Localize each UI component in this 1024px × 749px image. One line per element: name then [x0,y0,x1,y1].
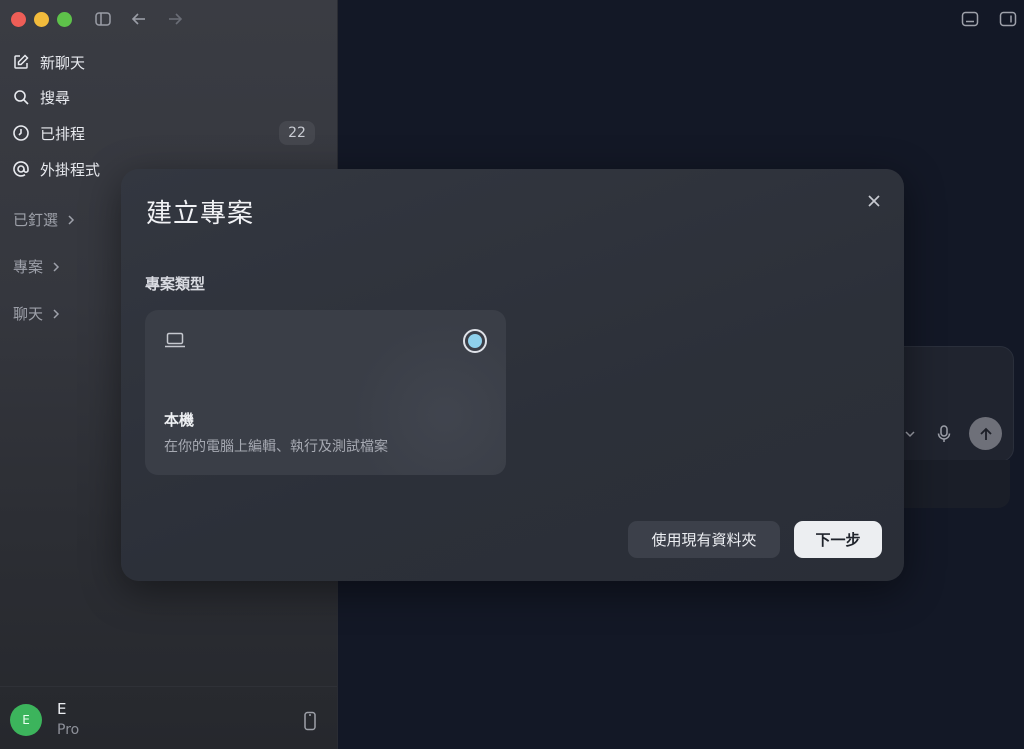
composer-footer [890,460,1010,508]
sidebar-toggle-icon[interactable] [94,10,112,28]
nav-label: 已排程 [40,124,86,143]
nav-search[interactable]: 搜尋 [12,84,322,110]
minimize-window-button[interactable] [34,12,49,27]
section-pinned[interactable]: 已釘選 [13,209,76,230]
project-type-label: 專案類型 [145,275,206,293]
section-projects[interactable]: 專案 [13,256,61,277]
user-name: E [57,700,67,718]
section-label: 專案 [13,258,44,276]
avatar: E [10,704,42,736]
section-label: 已釘選 [13,211,59,229]
create-project-dialog: 建立專案 專案類型 本機 在你的電腦上編輯、執行及測試檔案 使用現有資料夾 下一… [121,169,904,581]
user-plan: Pro [57,722,80,738]
option-description: 在你的電腦上編輯、執行及測試檔案 [164,439,388,455]
chevron-right-icon [53,308,60,319]
back-arrow-icon[interactable] [130,10,148,28]
at-icon [13,161,29,177]
use-existing-folder-button[interactable]: 使用現有資料夾 [628,521,780,558]
nav-scheduled[interactable]: 已排程 [12,120,322,146]
panel-right-icon[interactable] [999,11,1017,27]
edit-icon [14,54,29,69]
window-controls [11,12,72,27]
chevron-right-icon [53,261,60,272]
maximize-window-button[interactable] [57,12,72,27]
arrow-up-icon [979,427,992,440]
option-radio[interactable] [463,329,487,353]
section-label: 聊天 [13,305,44,323]
scheduled-count-badge: 22 [279,121,315,145]
option-title: 本機 [164,411,195,429]
forward-arrow-icon[interactable] [166,10,184,28]
user-profile[interactable]: E E Pro [0,686,337,749]
laptop-icon [165,332,185,348]
nav-label: 外掛程式 [40,160,101,179]
radio-selected-dot [468,334,482,348]
send-button[interactable] [969,417,1002,450]
next-button[interactable]: 下一步 [794,521,882,558]
nav-new-chat[interactable]: 新聊天 [12,49,322,75]
phone-icon[interactable] [303,711,317,731]
section-chats[interactable]: 聊天 [13,303,61,324]
project-type-option-local[interactable]: 本機 在你的電腦上編輯、執行及測試檔案 [145,310,506,475]
nav-label: 新聊天 [40,53,86,72]
close-window-button[interactable] [11,12,26,27]
panel-bottom-icon[interactable] [961,11,979,27]
close-icon[interactable] [866,193,882,209]
clock-icon [13,125,29,141]
dialog-title: 建立專案 [146,199,255,229]
nav-label: 搜尋 [40,88,71,107]
search-icon [14,90,29,105]
chevron-right-icon [68,214,75,225]
chevron-down-icon[interactable] [904,428,916,440]
microphone-icon[interactable] [936,424,952,444]
